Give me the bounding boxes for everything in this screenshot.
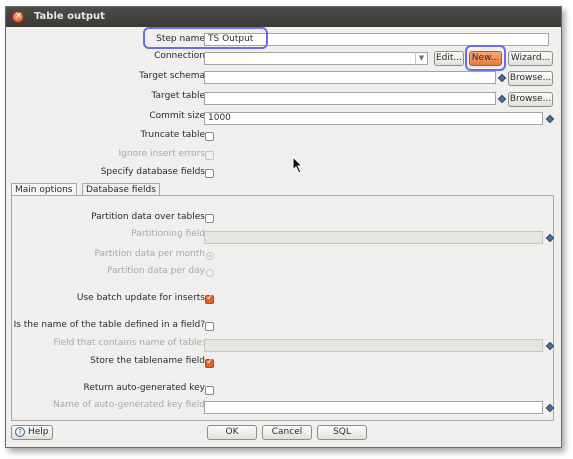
partition-month-radio[interactable]	[206, 252, 214, 260]
table-name-in-field-label: Is the name of the table defined in a fi…	[13, 320, 205, 330]
table-output-dialog: × Table output Step name TS Output Conne…	[5, 6, 562, 448]
connection-label: Connection	[154, 51, 205, 61]
partitioning-field-select[interactable]	[204, 231, 543, 244]
table-name-in-field-checkbox[interactable]	[205, 322, 214, 331]
connection-select[interactable]: ▼	[204, 52, 428, 65]
partition-month-label: Partition data per month	[94, 249, 205, 259]
commit-size-input[interactable]: 1000	[204, 112, 543, 125]
partition-tables-label: Partition data over tables	[91, 212, 205, 222]
help-button[interactable]: ? Help	[11, 425, 53, 440]
browse-schema-button[interactable]: Browse...	[508, 71, 553, 86]
sql-button[interactable]: SQL	[317, 425, 367, 440]
commit-size-label: Commit size	[149, 111, 205, 121]
cancel-button[interactable]: Cancel	[262, 425, 312, 440]
title-bar: × Table output	[6, 7, 561, 27]
return-generated-key-label: Return auto-generated key	[83, 383, 206, 393]
partition-day-label: Partition data per day	[107, 266, 205, 276]
table-name-field-label: Field that contains name of table:	[53, 338, 205, 348]
partitioning-field-label: Partitioning field	[131, 229, 205, 239]
specify-database-fields-label: Specify database fields	[100, 167, 205, 177]
help-icon: ?	[15, 427, 25, 437]
step-name-highlight	[143, 27, 268, 49]
store-tablename-checkbox[interactable]	[205, 357, 214, 368]
edit-connection-button[interactable]: Edit...	[434, 51, 464, 66]
ignore-insert-errors-checkbox[interactable]	[205, 151, 214, 160]
close-icon[interactable]: ×	[12, 11, 24, 23]
truncate-table-checkbox[interactable]	[205, 132, 214, 141]
partition-day-radio[interactable]	[206, 269, 214, 277]
table-name-field-select[interactable]	[204, 339, 543, 352]
generated-key-field-label: Name of auto-generated key field	[53, 400, 205, 410]
batch-update-checkbox[interactable]	[205, 293, 214, 304]
ignore-insert-errors-label: Ignore insert errors	[118, 149, 205, 159]
variable-icon	[497, 94, 507, 104]
browse-table-button[interactable]: Browse...	[508, 92, 553, 107]
help-label: Help	[28, 427, 49, 437]
partition-tables-checkbox[interactable]	[205, 214, 214, 223]
ok-button[interactable]: OK	[207, 425, 257, 440]
target-schema-label: Target schema	[139, 71, 205, 81]
return-generated-key-checkbox[interactable]	[205, 386, 214, 395]
target-schema-input[interactable]	[204, 71, 496, 84]
batch-update-label: Use batch update for inserts	[76, 293, 205, 303]
variable-icon	[545, 114, 555, 124]
store-tablename-label: Store the tablename field	[90, 356, 205, 366]
generated-key-field-input[interactable]	[204, 401, 543, 414]
target-table-label: Target table	[151, 91, 206, 101]
variable-icon	[497, 73, 507, 83]
wizard-button[interactable]: Wizard...	[508, 51, 553, 66]
specify-database-fields-checkbox[interactable]	[205, 169, 214, 178]
mouse-cursor-icon	[292, 156, 304, 174]
truncate-table-label: Truncate table	[140, 130, 205, 140]
new-button-highlight	[465, 45, 506, 71]
window-title: Table output	[34, 11, 105, 22]
chevron-down-icon[interactable]: ▼	[415, 52, 427, 65]
target-table-input[interactable]	[204, 92, 496, 105]
